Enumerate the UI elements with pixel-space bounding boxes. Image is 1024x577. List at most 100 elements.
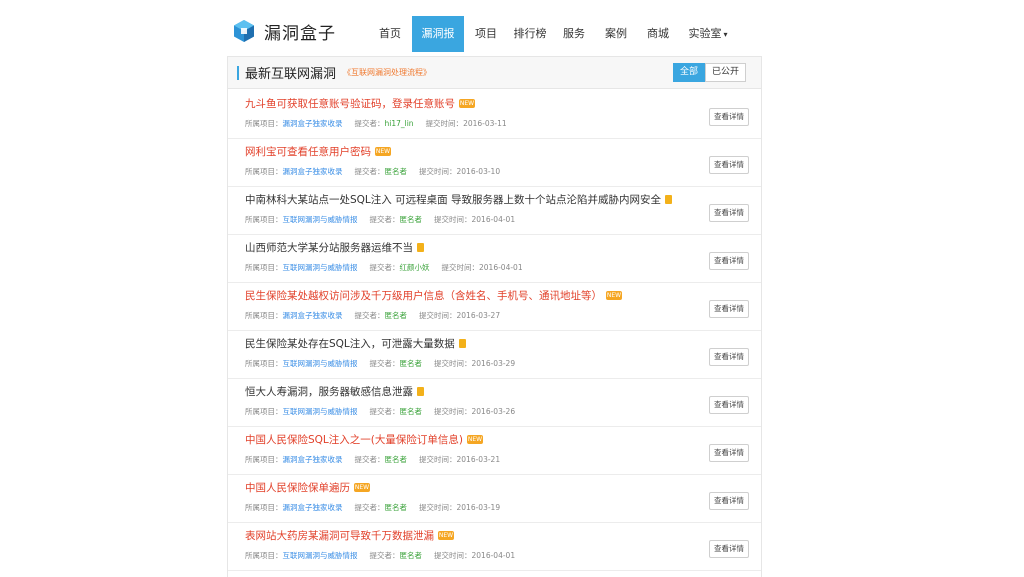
nav-lab[interactable]: 实验室 ▾ xyxy=(680,16,736,52)
nav-vuln-report[interactable]: 漏洞报 xyxy=(412,16,464,52)
vuln-meta: 所属项目：互联网漏洞与威胁情报 提交者：匿名者 提交时间：2016-03-26 xyxy=(245,406,515,417)
project-link[interactable]: 互联网漏洞与威胁情报 xyxy=(283,551,358,560)
submitter-label: 提交者： xyxy=(369,359,400,368)
submitter-label: 提交者： xyxy=(354,311,385,320)
list-item: 山西师范大学某分站服务器运维不当 所属项目：互联网漏洞与威胁情报 提交者：红颜小妖 提… xyxy=(228,234,761,283)
vuln-title-link[interactable]: 中国人民保险SQL注入之一(大量保险订单信息) NEW xyxy=(245,432,483,447)
submitter-link[interactable]: 匿名者 xyxy=(385,311,408,320)
project-label: 所属项目： xyxy=(245,455,283,464)
process-link[interactable]: 《互联网漏洞处理流程》 xyxy=(343,67,431,78)
project-link[interactable]: 漏洞盒子独家收录 xyxy=(283,167,343,176)
list-item: 九斗鱼可获取任意账号验证码，登录任意账号 NEW 所属项目：漏洞盒子独家收录 提交者：… xyxy=(228,90,761,139)
title-accent-bar xyxy=(237,66,239,80)
vuln-title-text: 山西师范大学某分站服务器运维不当 xyxy=(245,242,413,254)
nav-services[interactable]: 服务 xyxy=(554,16,594,52)
view-details-button[interactable]: 查看详情 xyxy=(709,444,749,462)
time-label: 提交时间： xyxy=(434,215,472,224)
submitter-link[interactable]: 匿名者 xyxy=(385,167,408,176)
submitter-label: 提交者： xyxy=(369,215,400,224)
submitter-link[interactable]: 匿名者 xyxy=(385,503,408,512)
project-link[interactable]: 漏洞盒子独家收录 xyxy=(283,455,343,464)
top-header: 漏洞盒子 首页 漏洞报 项目 排行榜 服务 案例 商城 实验室 ▾ xyxy=(0,0,1024,62)
vuln-title-link[interactable]: 山西师范大学某分站服务器运维不当 xyxy=(245,240,424,255)
lock-icon xyxy=(458,339,466,348)
view-details-button[interactable]: 查看详情 xyxy=(709,204,749,222)
filter-toggle: 全部 已公开 xyxy=(673,63,747,82)
nav-cases[interactable]: 案例 xyxy=(596,16,636,52)
list-item: 中国人民保险SQL注入之一(大量保险订单信息) NEW 所属项目：漏洞盒子独家收录 提… xyxy=(228,426,761,475)
submitter-label: 提交者： xyxy=(369,407,400,416)
nav-projects[interactable]: 项目 xyxy=(466,16,506,52)
vuln-title-link[interactable]: 表网站大药房某漏洞可导致千万数据泄漏 NEW xyxy=(245,528,454,543)
time-label: 提交时间： xyxy=(419,311,457,320)
project-label: 所属项目： xyxy=(245,119,283,128)
project-link[interactable]: 互联网漏洞与威胁情报 xyxy=(283,263,358,272)
view-details-button[interactable]: 查看详情 xyxy=(709,156,749,174)
submitter-link[interactable]: 红颜小妖 xyxy=(400,263,430,272)
view-details-button[interactable]: 查看详情 xyxy=(709,396,749,414)
vuln-title-link[interactable]: 恒大人寿漏洞，服务器敏感信息泄露 xyxy=(245,384,424,399)
page-title: 最新互联网漏洞 xyxy=(245,67,337,82)
list-item: 中南林科大某站点一处SQL注入 可远程桌面 导致服务器上数十个站点沦陷并威胁内网… xyxy=(228,186,761,235)
submit-time: 2016-04-01 xyxy=(471,215,516,224)
vuln-title-text: 民生保险某处存在SQL注入，可泄露大量数据 xyxy=(245,338,455,350)
list-item: 中国人民保险保单遍历 NEW 所属项目：漏洞盒子独家收录 提交者：匿名者 提交时间：20… xyxy=(228,474,761,523)
vuln-title-link[interactable]: 网利宝可查看任意用户密码 NEW xyxy=(245,144,391,159)
submit-time: 2016-03-11 xyxy=(463,119,507,128)
vuln-title-link[interactable]: 中国人民保险保单遍历 NEW xyxy=(245,480,370,495)
vuln-title-link[interactable]: 九斗鱼可获取任意账号验证码，登录任意账号 NEW xyxy=(245,96,475,111)
submitter-label: 提交者： xyxy=(369,551,400,560)
view-details-button[interactable]: 查看详情 xyxy=(709,300,749,318)
submitter-link[interactable]: 匿名者 xyxy=(400,359,423,368)
time-label: 提交时间： xyxy=(419,455,457,464)
new-badge-icon: NEW xyxy=(459,99,475,108)
view-details-button[interactable]: 查看详情 xyxy=(709,252,749,270)
vuln-meta: 所属项目：互联网漏洞与威胁情报 提交者：匿名者 提交时间：2016-04-01 xyxy=(245,214,515,225)
project-label: 所属项目： xyxy=(245,215,283,224)
view-details-button[interactable]: 查看详情 xyxy=(709,348,749,366)
lock-icon xyxy=(417,387,424,396)
view-details-button[interactable]: 查看详情 xyxy=(709,540,749,558)
submitter-link[interactable]: 匿名者 xyxy=(400,407,423,416)
panel-header: 最新互联网漏洞 《互联网漏洞处理流程》 全部 已公开 xyxy=(228,57,761,89)
project-link[interactable]: 漏洞盒子独家收录 xyxy=(283,119,343,128)
submit-time: 2016-04-01 xyxy=(479,263,523,272)
project-link[interactable]: 互联网漏洞与威胁情报 xyxy=(283,359,358,368)
vuln-title-link[interactable]: 民生保险某处存在SQL注入，可泄露大量数据 xyxy=(245,336,466,351)
project-link[interactable]: 互联网漏洞与威胁情报 xyxy=(283,407,358,416)
project-label: 所属项目： xyxy=(245,407,283,416)
submitter-label: 提交者： xyxy=(354,503,385,512)
vuln-title-text: 表网站大药房某漏洞可导致千万数据泄漏 xyxy=(245,530,434,542)
filter-public-button[interactable]: 已公开 xyxy=(705,63,747,82)
project-link[interactable]: 漏洞盒子独家收录 xyxy=(283,503,343,512)
vuln-title-link[interactable]: 民生保险某处越权访问涉及千万级用户信息（含姓名、手机号、通讯地址等） NEW xyxy=(245,288,622,303)
time-label: 提交时间： xyxy=(425,119,464,128)
project-link[interactable]: 漏洞盒子独家收录 xyxy=(283,311,343,320)
list-item: 恒大人寿漏洞，服务器敏感信息泄露 所属项目：互联网漏洞与威胁情报 提交者：匿名者 提交… xyxy=(228,378,761,427)
submitter-label: 提交者： xyxy=(354,119,385,128)
submitter-link[interactable]: 匿名者 xyxy=(400,551,423,560)
vuln-title-link[interactable]: 中南林科大某站点一处SQL注入 可远程桌面 导致服务器上数十个站点沦陷并威胁内网… xyxy=(245,192,672,207)
chevron-down-icon: ▾ xyxy=(723,30,728,39)
vuln-meta: 所属项目：漏洞盒子独家收录 提交者：匿名者 提交时间：2016-03-10 xyxy=(245,166,500,177)
submit-time: 2016-03-19 xyxy=(456,503,501,512)
filter-all-button[interactable]: 全部 xyxy=(673,63,706,82)
vuln-meta: 所属项目：漏洞盒子独家收录 提交者：匿名者 提交时间：2016-03-19 xyxy=(245,502,500,513)
nav-rankings[interactable]: 排行榜 xyxy=(508,16,552,52)
project-label: 所属项目： xyxy=(245,359,283,368)
project-link[interactable]: 互联网漏洞与威胁情报 xyxy=(283,215,358,224)
new-badge-icon: NEW xyxy=(466,435,483,444)
vuln-meta: 所属项目：漏洞盒子独家收录 提交者：匿名者 提交时间：2016-03-27 xyxy=(245,310,500,321)
vuln-title-text: 九斗鱼可获取任意账号验证码，登录任意账号 xyxy=(245,98,455,110)
project-label: 所属项目： xyxy=(245,311,283,320)
view-details-button[interactable]: 查看详情 xyxy=(709,492,749,510)
submitter-link[interactable]: 匿名者 xyxy=(400,215,423,224)
nav-mall[interactable]: 商城 xyxy=(638,16,678,52)
list-item: 民生保险某处存在SQL注入，可泄露大量数据 所属项目：互联网漏洞与威胁情报 提交者：… xyxy=(228,330,761,379)
submitter-link[interactable]: 匿名者 xyxy=(385,455,408,464)
view-details-button[interactable]: 查看详情 xyxy=(709,108,749,126)
logo[interactable]: 漏洞盒子 xyxy=(232,18,336,44)
submitter-link[interactable]: hi17_lin xyxy=(385,119,414,128)
vuln-title-text: 网利宝可查看任意用户密码 xyxy=(245,146,371,158)
nav-home[interactable]: 首页 xyxy=(370,16,410,52)
